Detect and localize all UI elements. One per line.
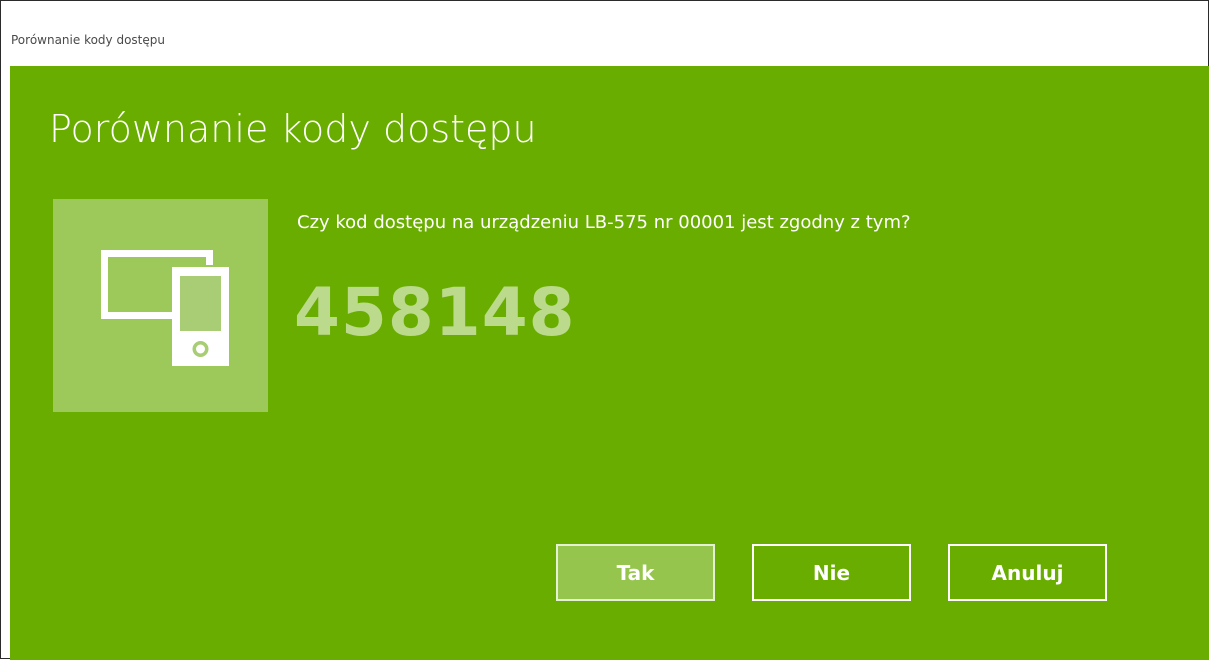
yes-button[interactable]: Tak	[556, 544, 715, 601]
dialog-window: Porównanie kody dostępu Porównanie kody …	[0, 0, 1209, 660]
cancel-button[interactable]: Anuluj	[948, 544, 1107, 601]
passcode-question: Czy kod dostępu na urządzeniu LB-575 nr …	[297, 212, 911, 233]
dialog-content: Porównanie kody dostępu Czy kod dostępu …	[10, 66, 1209, 660]
dialog-heading: Porównanie kody dostępu	[49, 107, 537, 151]
title-bar[interactable]: Porównanie kody dostępu	[1, 1, 1208, 66]
window-title: Porównanie kody dostępu	[11, 33, 165, 47]
no-button[interactable]: Nie	[752, 544, 911, 601]
passcode-value: 458148	[294, 274, 576, 351]
devices-icon	[53, 199, 268, 412]
